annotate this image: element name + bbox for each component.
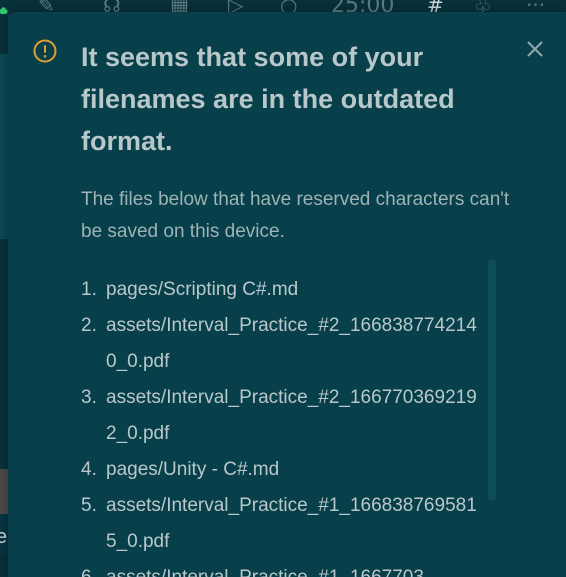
list-item-number: 3. — [81, 387, 97, 408]
background-left-panel: e — [0, 14, 8, 577]
list-item: 1. pages/Scripting C#.md — [81, 272, 491, 308]
list-item-path: assets/Interval_Practice_#1_1667703 — [106, 560, 486, 577]
outdated-filenames-dialog: It seems that some of your filenames are… — [8, 12, 566, 577]
list-item-number: 4. — [81, 459, 97, 480]
list-item-path: assets/Interval_Practice_#2_166838774214… — [106, 315, 477, 372]
list-item: 4. pages/Unity - C#.md — [81, 452, 491, 488]
file-list: 1. pages/Scripting C#.md 2. assets/Inter… — [81, 272, 491, 577]
list-item: 2. assets/Interval_Practice_#2_166838774… — [81, 308, 491, 380]
list-item-number: 5. — [81, 495, 97, 516]
list-item-path: pages/Scripting C#.md — [106, 279, 299, 300]
close-icon[interactable] — [522, 36, 548, 62]
edge-text: e — [0, 526, 8, 548]
list-item-number: 1. — [81, 279, 97, 300]
warning-icon — [33, 39, 57, 63]
list-item-path: assets/Interval_Practice_#2_166770369219… — [106, 387, 477, 444]
list-item-path: assets/Interval_Practice_#1_166838769581… — [106, 495, 477, 552]
dialog-description: The files below that have reserved chara… — [81, 189, 510, 242]
list-item-number: 2. — [81, 315, 97, 336]
scrollbar[interactable] — [488, 260, 496, 500]
list-item: 6. assets/Interval_Practice_#1_1667703 — [81, 560, 491, 577]
list-item-number: 6. — [81, 560, 106, 577]
list-item: 3. assets/Interval_Practice_#2_166770369… — [81, 380, 491, 452]
dialog-title: It seems that some of your filenames are… — [81, 42, 455, 156]
list-item-path: pages/Unity - C#.md — [106, 459, 280, 480]
list-item: 5. assets/Interval_Practice_#1_166838769… — [81, 488, 491, 560]
